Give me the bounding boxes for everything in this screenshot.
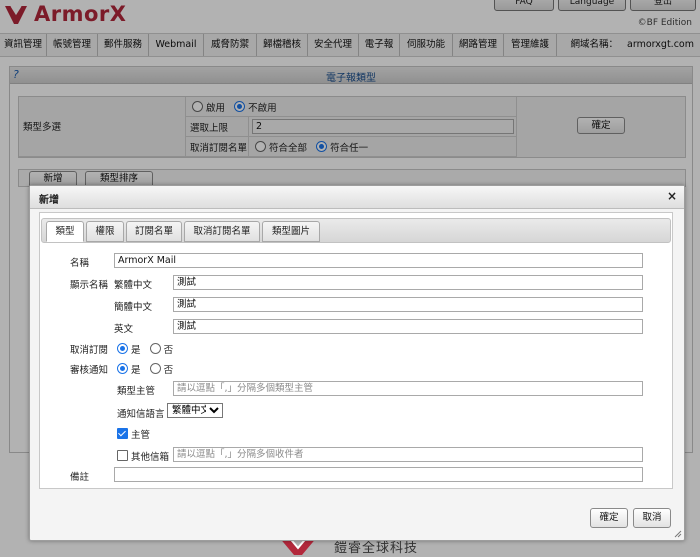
other-mailbox-input[interactable]: 請以逗點「,」分隔多個收件者 [173,447,643,462]
notify-lang-select[interactable]: 繁體中文 [167,403,223,418]
tab-unsubscribe-list[interactable]: 取消訂閱名單 [184,221,260,242]
name-input[interactable]: ArmorX Mail [114,253,643,268]
display-name-traditional-input[interactable]: 測試 [173,275,643,290]
unsubscribe-no-label: 否 [163,345,174,356]
unsubscribe-yes-radio[interactable] [117,343,128,354]
resize-grip-icon[interactable] [674,530,682,538]
dialog-header[interactable]: 新增 × [30,186,684,209]
other-mailbox-check-group: 其他信箱 [117,449,169,463]
dialog-tab-strip: 類型 權限 訂閱名單 取消訂閱名單 類型圖片 [41,218,671,243]
review-notify-yes-radio[interactable] [117,363,128,374]
display-name-label: 顯示名稱 [70,280,109,291]
other-mailbox-checkbox[interactable] [117,450,128,461]
type-manager-label: 類型主管 [117,386,156,397]
tab-subscriber-list[interactable]: 訂閱名單 [126,221,182,242]
ok-button[interactable]: 確定 [590,508,628,528]
review-notify-no-radio[interactable] [149,363,161,374]
unsubscribe-radio-group: 是 否 [117,342,173,356]
tab-type[interactable]: 類型 [46,221,84,242]
display-name-english-input[interactable]: 測試 [173,319,643,334]
supervisor-checkbox[interactable] [117,428,128,439]
add-type-dialog: 新增 × 類型 權限 訂閱名單 取消訂閱名單 類型圖片 名稱 ArmorX Ma… [29,185,685,541]
other-mailbox-label: 其他信箱 [131,452,170,463]
lang-traditional-label: 繁體中文 [114,280,153,291]
supervisor-label: 主管 [131,430,151,441]
unsubscribe-label: 取消訂閱 [70,345,109,356]
unsubscribe-yes-label: 是 [131,345,141,356]
tab-permission[interactable]: 權限 [86,221,124,242]
lang-simplified-label: 簡體中文 [114,302,153,313]
display-name-simplified-input[interactable]: 測試 [173,297,643,312]
remark-input[interactable] [114,467,643,482]
review-notify-label: 審核通知 [70,365,109,376]
review-notify-radio-group: 是 否 [117,362,173,376]
notify-lang-label: 通知信語言 [117,409,165,420]
dialog-body: 類型 權限 訂閱名單 取消訂閱名單 類型圖片 名稱 ArmorX Mail 顯示… [39,212,673,489]
type-manager-input[interactable]: 請以逗點「,」分隔多個類型主管 [173,381,643,396]
name-label: 名稱 [70,258,90,269]
supervisor-check-group: 主管 [117,427,150,441]
dialog-title: 新增 [39,195,59,206]
remark-label: 備註 [70,472,90,483]
close-icon[interactable]: × [667,189,677,203]
tab-type-image[interactable]: 類型圖片 [262,221,320,242]
cancel-button[interactable]: 取消 [633,508,671,528]
review-notify-yes-label: 是 [131,365,141,376]
lang-english-label: 英文 [114,324,134,335]
unsubscribe-no-radio[interactable] [149,343,161,354]
review-notify-no-label: 否 [163,365,174,376]
